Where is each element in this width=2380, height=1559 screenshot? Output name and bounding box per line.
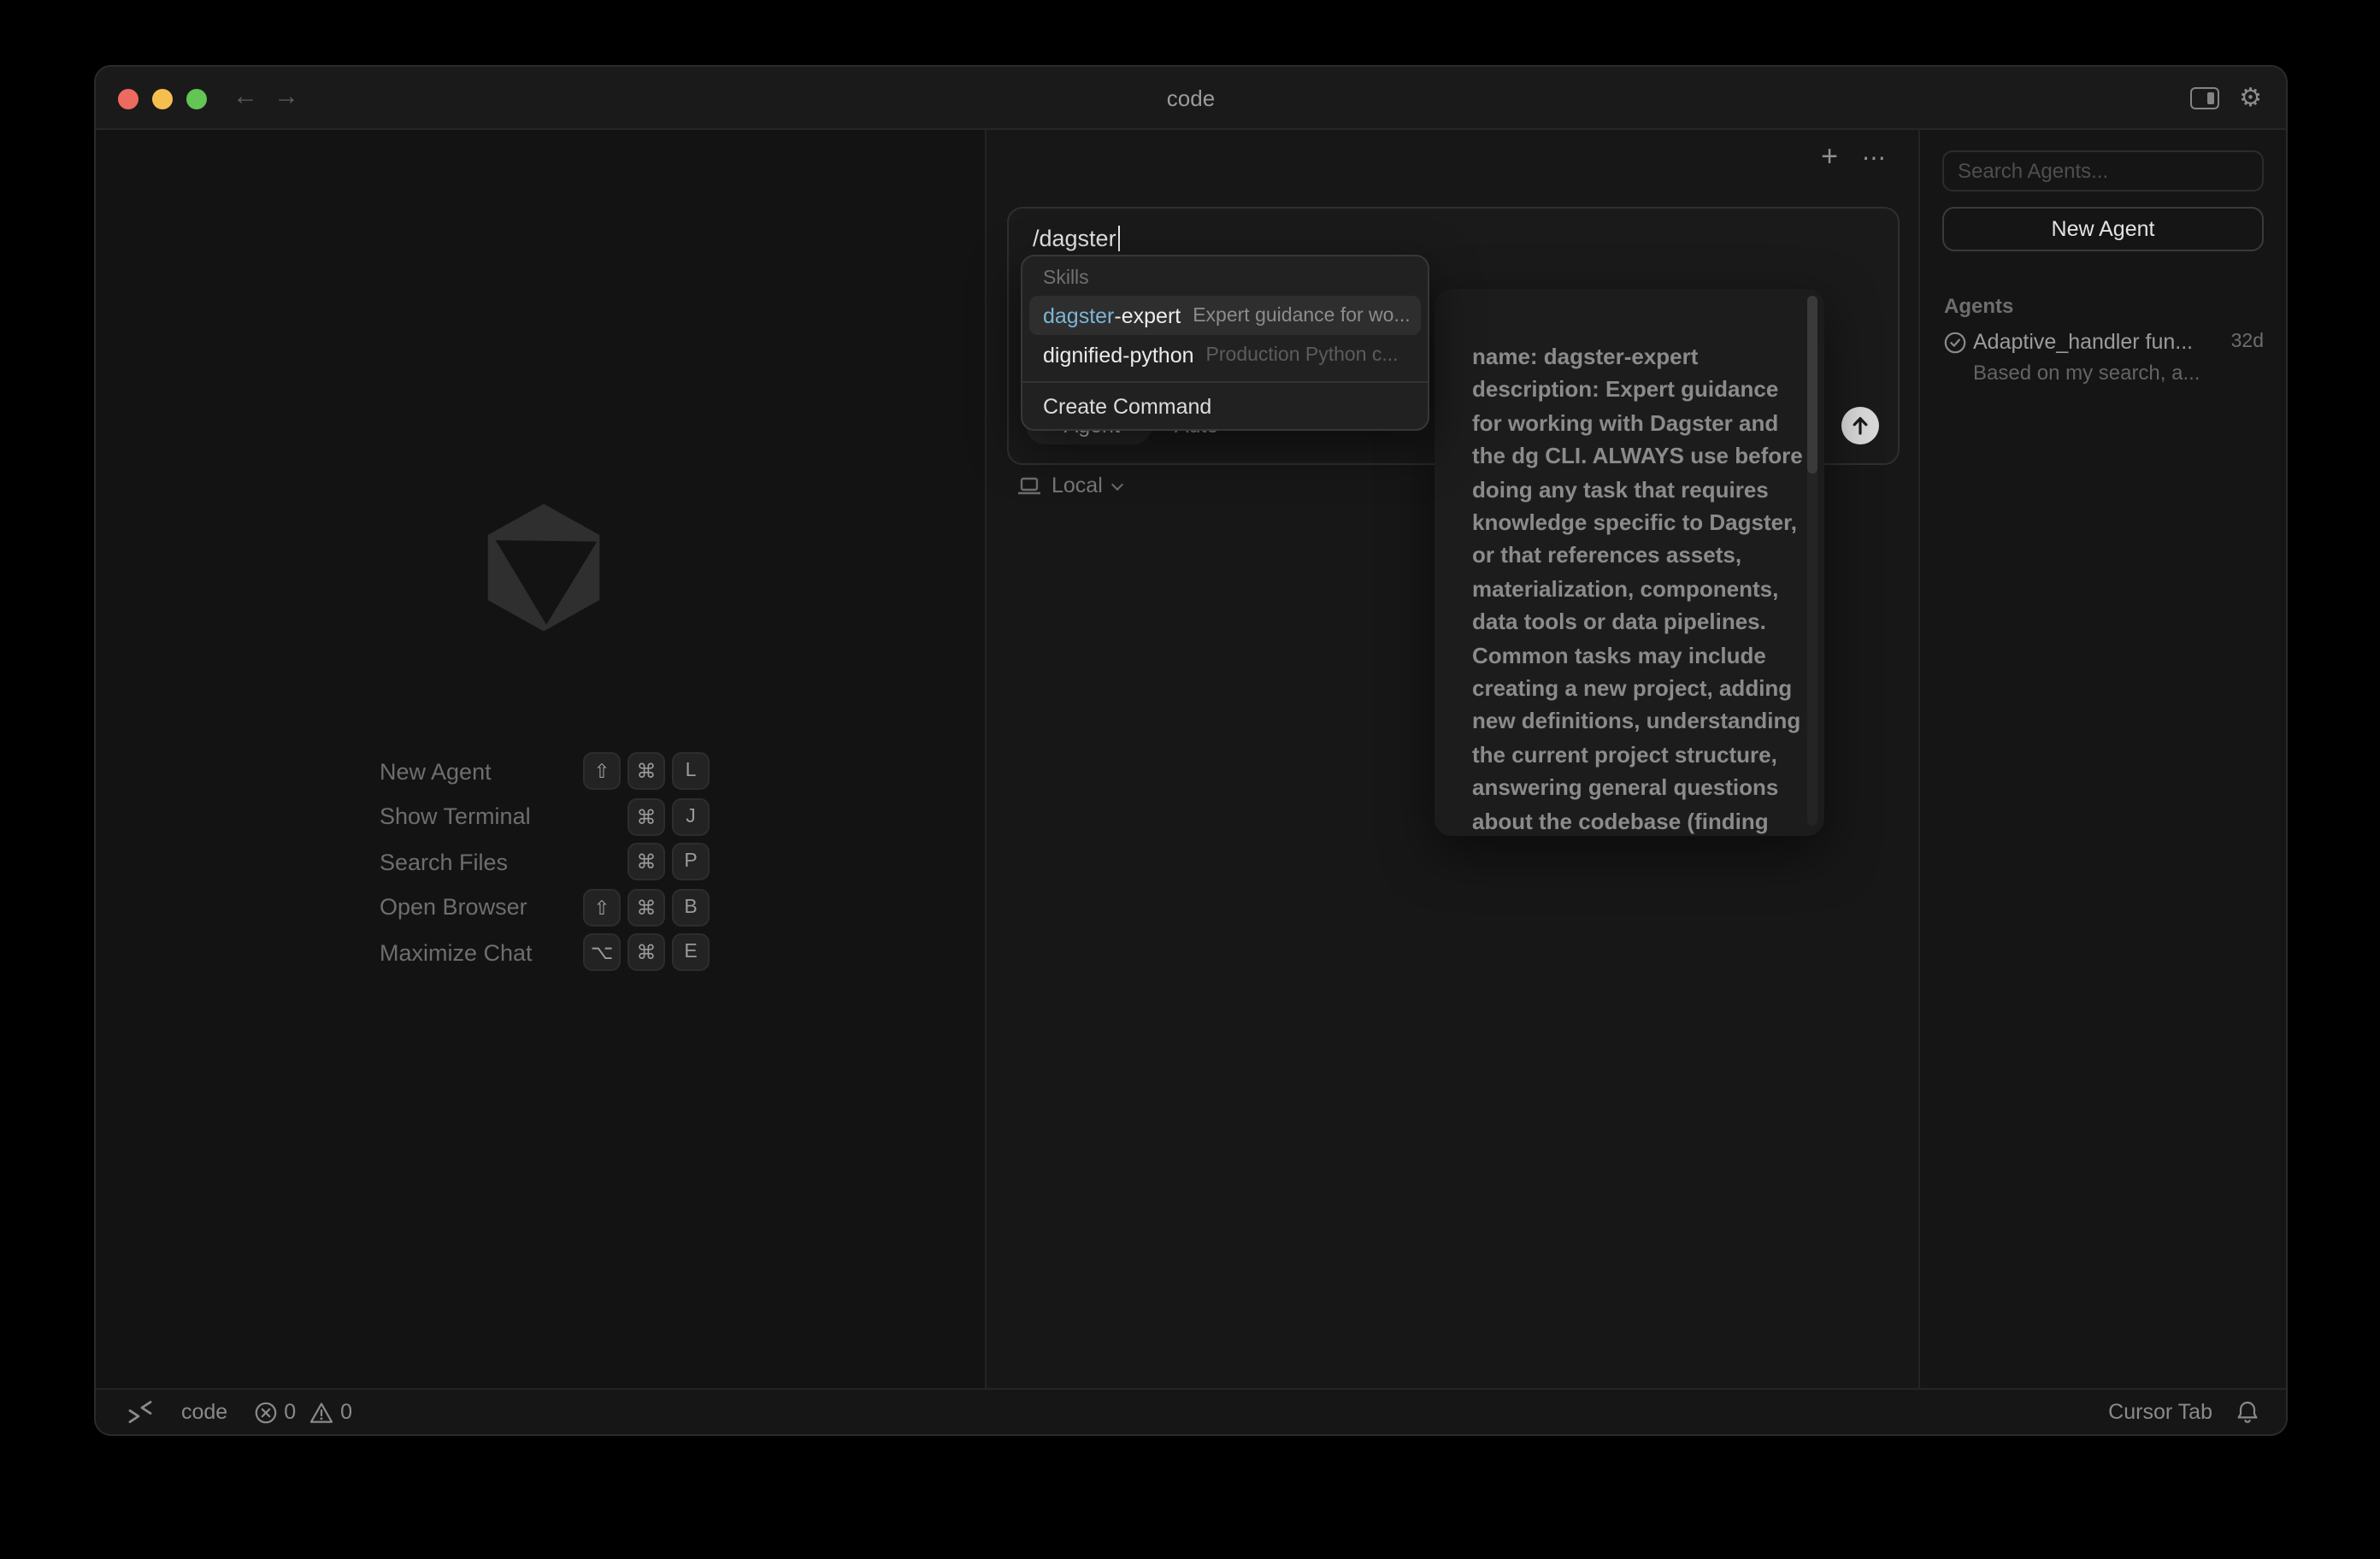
create-command-item[interactable]: Create Command	[1022, 388, 1428, 422]
new-chat-icon[interactable]: +	[1821, 140, 1838, 174]
agent-age: 32d	[2231, 332, 2264, 352]
agents-sidebar: New Agent Agents Adaptive_handler fun...…	[1918, 130, 2286, 1388]
key-letter: E	[672, 933, 710, 971]
more-options-icon[interactable]: ⋯	[1862, 143, 1888, 172]
error-count: 0	[284, 1400, 296, 1424]
text-cursor	[1118, 226, 1120, 251]
skills-dropdown: Skills dagster-expert Expert guidance fo…	[1021, 255, 1429, 431]
chat-input-value: /dagster	[1033, 226, 1120, 251]
key-letter: L	[672, 752, 710, 790]
chevron-down-icon	[1111, 478, 1123, 490]
agent-list-item[interactable]: Adaptive_handler fun... 32d Based on my …	[1942, 330, 2265, 391]
shortcut-label: Show Terminal	[380, 803, 627, 829]
key-cmd: ⌘	[627, 843, 665, 880]
chat-pane: + ⋯ /dagster ∞ Agent Auto	[987, 130, 1918, 1388]
key-shift: ⇧	[583, 752, 621, 790]
rest-text: dignified-python	[1043, 343, 1194, 367]
shortcut-row-new-agent[interactable]: New Agent ⇧ ⌘ L	[380, 752, 710, 790]
workspace-name[interactable]: code	[181, 1400, 227, 1424]
screen: ← → code ⚙ New Agent ⇧	[0, 0, 2380, 1559]
gear-icon[interactable]: ⚙	[2239, 85, 2262, 111]
statusbar: code 0 0 Cursor Tab	[96, 1388, 2286, 1434]
window-title: code	[96, 67, 2286, 130]
rest-text: -expert	[1114, 303, 1181, 327]
shortcut-label: Open Browser	[380, 894, 583, 920]
cursor-logo	[479, 492, 609, 643]
location-label: Local	[1052, 474, 1103, 497]
shortcut-list: New Agent ⇧ ⌘ L Show Terminal ⌘ J	[380, 752, 710, 979]
agent-subtitle: Based on my search, a...	[1973, 361, 2212, 385]
titlebar: ← → code ⚙	[96, 67, 2286, 130]
key-shift: ⇧	[583, 888, 621, 926]
editor-pane: New Agent ⇧ ⌘ L Show Terminal ⌘ J	[96, 130, 987, 1388]
dropdown-item-dignified-python[interactable]: dignified-python Production Python c...	[1029, 335, 1421, 374]
shortcut-label: New Agent	[380, 758, 583, 784]
shortcut-label: Search Files	[380, 849, 627, 874]
key-letter: B	[672, 888, 710, 926]
shortcut-row-maximize-chat[interactable]: Maximize Chat ⌥ ⌘ E	[380, 933, 710, 971]
item-description: Production Python c...	[1206, 344, 1399, 365]
warning-count: 0	[340, 1400, 352, 1424]
skill-description-text: name: dagster-expert description: Expert…	[1472, 340, 1814, 836]
bell-icon[interactable]	[2236, 1400, 2259, 1424]
key-cmd: ⌘	[627, 797, 665, 835]
arrow-up-icon	[1850, 415, 1870, 436]
cursor-tab-status[interactable]: Cursor Tab	[2108, 1400, 2212, 1424]
shortcut-row-search-files[interactable]: Search Files ⌘ P	[380, 843, 710, 880]
match-text: dagster	[1043, 303, 1114, 327]
key-cmd: ⌘	[627, 933, 665, 971]
app-window: ← → code ⚙ New Agent ⇧	[94, 65, 2288, 1436]
key-cmd: ⌘	[627, 888, 665, 926]
dropdown-item-dagster-expert[interactable]: dagster-expert Expert guidance for wo...	[1029, 296, 1421, 335]
location-dropdown[interactable]: Local	[1017, 474, 1122, 497]
send-button[interactable]	[1841, 407, 1879, 444]
item-description: Expert guidance for wo...	[1193, 305, 1410, 326]
problems-indicator[interactable]: 0 0	[255, 1400, 352, 1424]
scrollbar-thumb[interactable]	[1807, 296, 1817, 474]
divider	[1022, 381, 1428, 383]
shortcut-label: Maximize Chat	[380, 939, 583, 965]
key-option: ⌥	[583, 933, 621, 971]
toggle-panel-icon[interactable]	[2189, 88, 2218, 109]
remote-icon[interactable]	[127, 1400, 154, 1424]
skill-description-tooltip: name: dagster-expert description: Expert…	[1434, 289, 1824, 836]
key-letter: P	[672, 843, 710, 880]
warning-icon	[309, 1401, 333, 1423]
new-agent-button[interactable]: New Agent	[1942, 207, 2264, 251]
search-agents-input[interactable]	[1942, 150, 2264, 191]
check-circle-icon	[1944, 332, 1966, 354]
dropdown-section-header: Skills	[1022, 265, 1428, 296]
agent-title: Adaptive_handler fun...	[1973, 330, 2199, 354]
shortcut-row-show-terminal[interactable]: Show Terminal ⌘ J	[380, 797, 710, 835]
key-cmd: ⌘	[627, 752, 665, 790]
agents-section-header: Agents	[1944, 294, 2013, 318]
error-icon	[255, 1401, 277, 1423]
key-letter: J	[672, 797, 710, 835]
shortcut-row-open-browser[interactable]: Open Browser ⇧ ⌘ B	[380, 888, 710, 926]
laptop-icon	[1017, 476, 1041, 495]
main-content: New Agent ⇧ ⌘ L Show Terminal ⌘ J	[96, 130, 2286, 1388]
